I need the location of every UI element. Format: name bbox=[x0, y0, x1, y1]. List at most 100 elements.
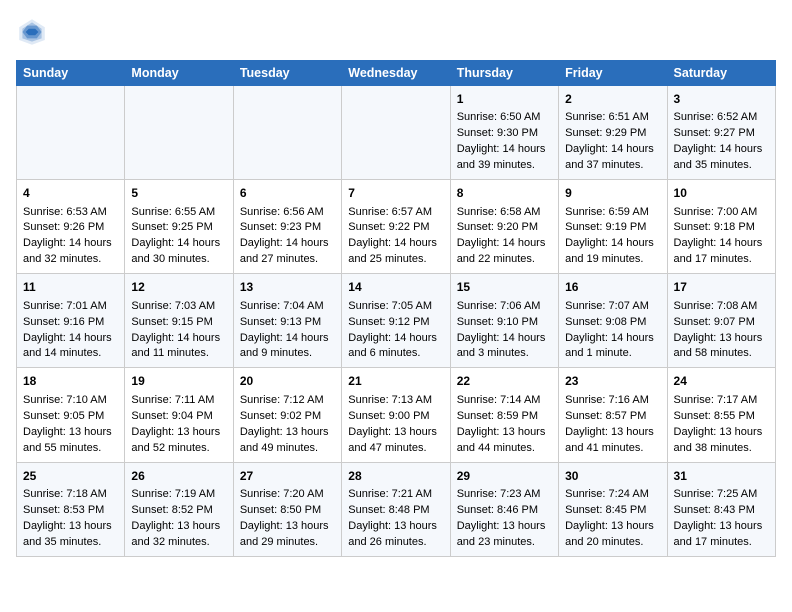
day-number: 1 bbox=[457, 91, 552, 108]
day-number: 24 bbox=[674, 373, 769, 390]
cell-content-line: Sunrise: 7:01 AM bbox=[23, 299, 118, 315]
calendar-cell: 23Sunrise: 7:16 AMSunset: 8:57 PMDayligh… bbox=[559, 368, 667, 462]
calendar-cell: 2Sunrise: 6:51 AMSunset: 9:29 PMDaylight… bbox=[559, 86, 667, 180]
cell-content-line: Sunset: 8:57 PM bbox=[565, 409, 660, 425]
cell-content-line: Daylight: 13 hours and 44 minutes. bbox=[457, 425, 552, 457]
calendar-cell: 4Sunrise: 6:53 AMSunset: 9:26 PMDaylight… bbox=[17, 180, 125, 274]
cell-content-line: Daylight: 13 hours and 41 minutes. bbox=[565, 425, 660, 457]
cell-content-line: Sunset: 9:12 PM bbox=[348, 315, 443, 331]
calendar-cell: 22 Sunrise: 7:14 AMSunset: 8:59 PMDayligh… bbox=[450, 368, 558, 462]
day-number: 23 bbox=[565, 373, 660, 390]
day-number: 29 bbox=[457, 468, 552, 485]
calendar-cell: 15Sunrise: 7:06 AMSunset: 9:10 PMDayligh… bbox=[450, 274, 558, 368]
cell-content-line: Sunrise: 7:05 AM bbox=[348, 299, 443, 315]
logo bbox=[16, 16, 52, 48]
cell-content-line: Daylight: 13 hours and 49 minutes. bbox=[240, 425, 335, 457]
day-number: 27 bbox=[240, 468, 335, 485]
day-number: 2 bbox=[565, 91, 660, 108]
cell-content-line: Daylight: 13 hours and 17 minutes. bbox=[674, 519, 769, 551]
cell-content-line: Sunrise: 6:55 AM bbox=[131, 205, 226, 221]
cell-content-line: Sunset: 8:43 PM bbox=[674, 503, 769, 519]
cell-content-line: Sunrise: 7:07 AM bbox=[565, 299, 660, 315]
cell-content-line: Sunset: 9:30 PM bbox=[457, 126, 552, 142]
calendar-cell bbox=[125, 86, 233, 180]
calendar-cell: 31 Sunrise: 7:25 AMSunset: 8:43 PMDayligh… bbox=[667, 462, 775, 556]
calendar-cell: 9Sunrise: 6:59 AMSunset: 9:19 PMDaylight… bbox=[559, 180, 667, 274]
calendar-cell: 28Sunrise: 7:21 AMSunset: 8:48 PMDayligh… bbox=[342, 462, 450, 556]
day-number: 22 bbox=[457, 373, 552, 390]
cell-content-line: Sunrise: 7:25 AM bbox=[674, 487, 769, 503]
cell-content-line: Sunrise: 7:19 AM bbox=[131, 487, 226, 503]
calendar-cell bbox=[233, 86, 341, 180]
calendar-week-row: 25Sunrise: 7:18 AMSunset: 8:53 PMDayligh… bbox=[17, 462, 776, 556]
day-number: 30 bbox=[565, 468, 660, 485]
cell-content-line: Sunset: 9:10 PM bbox=[457, 315, 552, 331]
calendar-cell: 24Sunrise: 7:17 AMSunset: 8:55 PMDayligh… bbox=[667, 368, 775, 462]
cell-content-line: Sunset: 9:13 PM bbox=[240, 315, 335, 331]
calendar-cell: 8Sunrise: 6:58 AMSunset: 9:20 PMDaylight… bbox=[450, 180, 558, 274]
calendar-week-row: 18Sunrise: 7:10 AMSunset: 9:05 PMDayligh… bbox=[17, 368, 776, 462]
cell-content-line: Daylight: 13 hours and 26 minutes. bbox=[348, 519, 443, 551]
calendar-cell: 7Sunrise: 6:57 AMSunset: 9:22 PMDaylight… bbox=[342, 180, 450, 274]
cell-content-line: Sunrise: 7:08 AM bbox=[674, 299, 769, 315]
cell-content-line: Daylight: 13 hours and 23 minutes. bbox=[457, 519, 552, 551]
calendar-cell: 27Sunrise: 7:20 AMSunset: 8:50 PMDayligh… bbox=[233, 462, 341, 556]
day-number: 31 bbox=[674, 468, 769, 485]
cell-content-line: Sunrise: 6:50 AM bbox=[457, 110, 552, 126]
cell-content-line: Sunrise: 7:13 AM bbox=[348, 393, 443, 409]
day-number: 19 bbox=[131, 373, 226, 390]
cell-content-line: Daylight: 14 hours and 35 minutes. bbox=[674, 142, 769, 174]
cell-content-line: Sunset: 8:55 PM bbox=[674, 409, 769, 425]
cell-content-line: Sunset: 8:45 PM bbox=[565, 503, 660, 519]
calendar-cell bbox=[17, 86, 125, 180]
cell-content-line: Sunset: 9:16 PM bbox=[23, 315, 118, 331]
cell-content-line: Sunrise: 7:24 AM bbox=[565, 487, 660, 503]
cell-content-line: Daylight: 13 hours and 35 minutes. bbox=[23, 519, 118, 551]
cell-content-line: Daylight: 14 hours and 25 minutes. bbox=[348, 236, 443, 268]
weekday-header: Thursday bbox=[450, 61, 558, 86]
cell-content-line: Daylight: 13 hours and 58 minutes. bbox=[674, 331, 769, 363]
cell-content-line: Sunset: 9:02 PM bbox=[240, 409, 335, 425]
cell-content-line: Sunrise: 7:14 AM bbox=[457, 393, 552, 409]
day-number: 13 bbox=[240, 279, 335, 296]
cell-content-line: Daylight: 14 hours and 11 minutes. bbox=[131, 331, 226, 363]
cell-content-line: Daylight: 13 hours and 38 minutes. bbox=[674, 425, 769, 457]
cell-content-line: Sunrise: 7:04 AM bbox=[240, 299, 335, 315]
cell-content-line: Daylight: 13 hours and 47 minutes. bbox=[348, 425, 443, 457]
day-number: 26 bbox=[131, 468, 226, 485]
day-number: 17 bbox=[674, 279, 769, 296]
cell-content-line: Daylight: 14 hours and 19 minutes. bbox=[565, 236, 660, 268]
page-header bbox=[16, 16, 776, 48]
cell-content-line: Daylight: 13 hours and 52 minutes. bbox=[131, 425, 226, 457]
calendar-cell: 25Sunrise: 7:18 AMSunset: 8:53 PMDayligh… bbox=[17, 462, 125, 556]
calendar-week-row: 4Sunrise: 6:53 AMSunset: 9:26 PMDaylight… bbox=[17, 180, 776, 274]
calendar-cell bbox=[342, 86, 450, 180]
day-number: 28 bbox=[348, 468, 443, 485]
calendar-cell: 11Sunrise: 7:01 AMSunset: 9:16 PMDayligh… bbox=[17, 274, 125, 368]
day-number: 15 bbox=[457, 279, 552, 296]
calendar-table: SundayMondayTuesdayWednesdayThursdayFrid… bbox=[16, 60, 776, 557]
cell-content-line: Sunrise: 7:20 AM bbox=[240, 487, 335, 503]
cell-content-line: Daylight: 14 hours and 3 minutes. bbox=[457, 331, 552, 363]
cell-content-line: Sunrise: 6:58 AM bbox=[457, 205, 552, 221]
cell-content-line: Daylight: 14 hours and 32 minutes. bbox=[23, 236, 118, 268]
cell-content-line: Sunset: 8:59 PM bbox=[457, 409, 552, 425]
calendar-cell: 21Sunrise: 7:13 AMSunset: 9:00 PMDayligh… bbox=[342, 368, 450, 462]
cell-content-line: Sunset: 9:07 PM bbox=[674, 315, 769, 331]
day-number: 6 bbox=[240, 185, 335, 202]
header-row: SundayMondayTuesdayWednesdayThursdayFrid… bbox=[17, 61, 776, 86]
cell-content-line: Sunset: 8:52 PM bbox=[131, 503, 226, 519]
cell-content-line: Sunset: 8:53 PM bbox=[23, 503, 118, 519]
weekday-header: Monday bbox=[125, 61, 233, 86]
cell-content-line: Sunset: 9:19 PM bbox=[565, 220, 660, 236]
day-number: 7 bbox=[348, 185, 443, 202]
day-number: 20 bbox=[240, 373, 335, 390]
cell-content-line: Sunset: 8:48 PM bbox=[348, 503, 443, 519]
cell-content-line: Daylight: 14 hours and 17 minutes. bbox=[674, 236, 769, 268]
cell-content-line: Sunset: 8:50 PM bbox=[240, 503, 335, 519]
cell-content-line: Sunset: 9:15 PM bbox=[131, 315, 226, 331]
day-number: 14 bbox=[348, 279, 443, 296]
cell-content-line: Daylight: 14 hours and 9 minutes. bbox=[240, 331, 335, 363]
calendar-cell: 30Sunrise: 7:24 AMSunset: 8:45 PMDayligh… bbox=[559, 462, 667, 556]
day-number: 18 bbox=[23, 373, 118, 390]
